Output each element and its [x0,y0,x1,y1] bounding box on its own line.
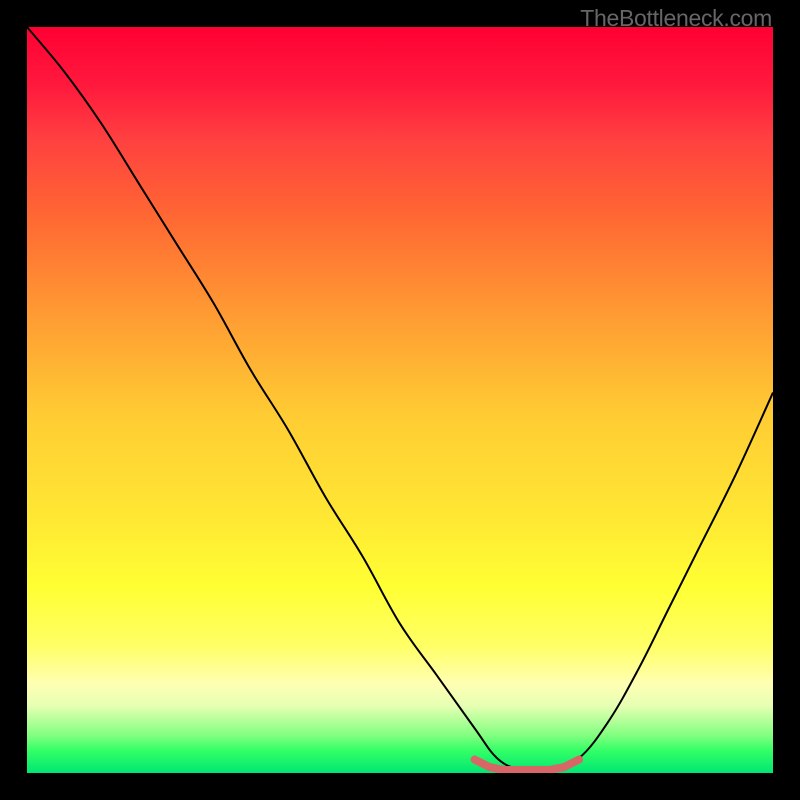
chart-svg [27,27,773,773]
attribution-text: TheBottleneck.com [580,5,772,32]
optimal-marker [475,760,579,770]
plot-area [27,27,773,773]
chart-container: TheBottleneck.com [0,0,800,800]
bottleneck-curve [27,27,773,771]
